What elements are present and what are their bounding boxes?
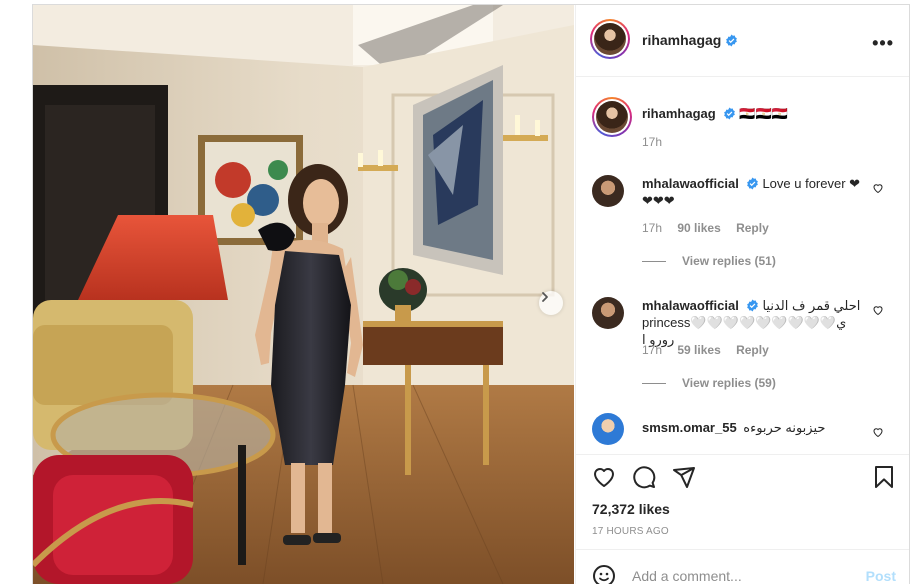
replies-divider — [642, 382, 666, 384]
comment-meta: 17h 59 likes Reply — [642, 343, 781, 357]
comment-username[interactable]: mhalawaofficial — [642, 298, 739, 313]
post-side-panel: rihamhagag ••• rihamhagag 🇪🇬🇪🇬🇪🇬 17h mha… — [575, 5, 909, 584]
emoji-icon[interactable] — [592, 564, 616, 584]
comment-time[interactable]: 17h — [642, 343, 662, 357]
caption-meta: 17h — [642, 135, 674, 149]
comment-username[interactable]: mhalawaofficial — [642, 176, 739, 191]
verified-badge-icon — [726, 34, 738, 47]
author-username[interactable]: rihamhagag — [642, 32, 721, 48]
view-replies-label: View replies (59) — [682, 376, 776, 390]
verified-badge-icon — [723, 107, 735, 120]
post-photo-illustration — [33, 5, 574, 584]
comment-icon[interactable] — [632, 465, 656, 489]
caption-avatar[interactable] — [592, 97, 632, 137]
heart-icon[interactable] — [592, 465, 616, 489]
comment-avatar[interactable] — [592, 413, 624, 445]
comment-meta: 17h 90 likes Reply — [642, 221, 781, 235]
comment-text-row: mhalawaofficial احلي قمر ف الدنيا prince… — [642, 297, 862, 348]
comment-avatar[interactable] — [592, 175, 624, 207]
view-replies-button[interactable]: View replies (51) — [642, 254, 776, 268]
comment-avatar[interactable] — [592, 297, 624, 329]
comment-text: حيزبونه حربوءه — [743, 420, 826, 435]
view-replies-label: View replies (51) — [682, 254, 776, 268]
avatar-image — [596, 101, 628, 133]
chevron-right-icon — [542, 292, 548, 302]
reply-button[interactable]: Reply — [736, 343, 769, 357]
author-avatar[interactable] — [590, 19, 630, 59]
verified-badge-icon — [746, 299, 758, 312]
comment-time[interactable]: 17h — [642, 221, 662, 235]
post-photo[interactable] — [33, 5, 574, 584]
replies-divider — [642, 260, 666, 262]
comment-input[interactable]: Add a comment... — [632, 568, 742, 584]
avatar-image — [594, 23, 626, 55]
post-timestamp[interactable]: 17 HOURS AGO — [592, 526, 669, 537]
comment-likes[interactable]: 90 likes — [677, 221, 720, 235]
comment-like-heart-icon[interactable] — [872, 182, 884, 194]
next-photo-button[interactable] — [539, 291, 563, 315]
caption-username[interactable]: rihamhagag — [642, 106, 716, 121]
add-comment-bar: Add a comment... Post — [576, 549, 909, 584]
bookmark-icon[interactable] — [872, 465, 896, 489]
caption-text: 🇪🇬🇪🇬🇪🇬 — [739, 106, 788, 121]
post-modal: rihamhagag ••• rihamhagag 🇪🇬🇪🇬🇪🇬 17h mha… — [32, 4, 910, 584]
comment-text-row: mhalawaofficial Love u forever ❤❤❤❤ — [642, 175, 862, 209]
caption-text-row: rihamhagag 🇪🇬🇪🇬🇪🇬 — [642, 105, 862, 122]
comment-like-heart-icon[interactable] — [872, 426, 884, 438]
comment-likes[interactable]: 59 likes — [677, 343, 720, 357]
post-header: rihamhagag ••• — [576, 5, 909, 77]
more-options-icon[interactable]: ••• — [872, 33, 894, 54]
like-count[interactable]: 72,372 likes — [592, 501, 670, 517]
post-actions: 72,372 likes 17 HOURS AGO Add a comment.… — [576, 454, 909, 584]
view-replies-button[interactable]: View replies (59) — [642, 376, 776, 390]
author-row: rihamhagag — [642, 32, 738, 50]
verified-badge-icon — [746, 177, 758, 190]
post-comment-button[interactable]: Post — [866, 568, 896, 584]
caption-time[interactable]: 17h — [642, 135, 662, 149]
comment-username[interactable]: smsm.omar_55 — [642, 420, 737, 435]
share-icon[interactable] — [672, 465, 696, 489]
comment-text-row: smsm.omar_55 حيزبونه حربوءه — [642, 419, 862, 436]
reply-button[interactable]: Reply — [736, 221, 769, 235]
comments-list: rihamhagag 🇪🇬🇪🇬🇪🇬 17h mhalawaofficial Lo… — [576, 77, 909, 453]
comment-like-heart-icon[interactable] — [872, 304, 884, 316]
